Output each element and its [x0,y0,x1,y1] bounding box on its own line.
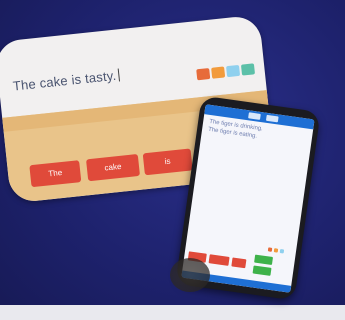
tool-icon[interactable] [196,68,211,81]
tool-icon[interactable] [211,66,226,79]
word-tile[interactable] [208,254,230,266]
tab[interactable] [265,114,279,123]
tab[interactable] [248,112,261,120]
tool-icon[interactable] [273,248,279,253]
tool-icons [196,63,256,81]
tool-icon[interactable] [279,248,285,254]
word-tile-cake[interactable]: cake [85,153,141,182]
bottom-edge [0,305,345,320]
word-tile[interactable] [231,257,247,269]
hand [170,258,210,292]
word-tile-is[interactable]: is [142,148,193,176]
tool-icon[interactable] [267,247,273,252]
word-tile-the[interactable]: The [29,160,82,188]
sentence-text: The cake is tasty. [12,68,120,94]
tool-icon[interactable] [226,64,241,78]
text-cursor [117,68,120,82]
sentence-label: The cake is tasty. [12,67,117,94]
word-tile-green[interactable] [252,265,272,276]
tool-icon[interactable] [240,63,256,76]
word-tile-green[interactable] [254,254,274,265]
